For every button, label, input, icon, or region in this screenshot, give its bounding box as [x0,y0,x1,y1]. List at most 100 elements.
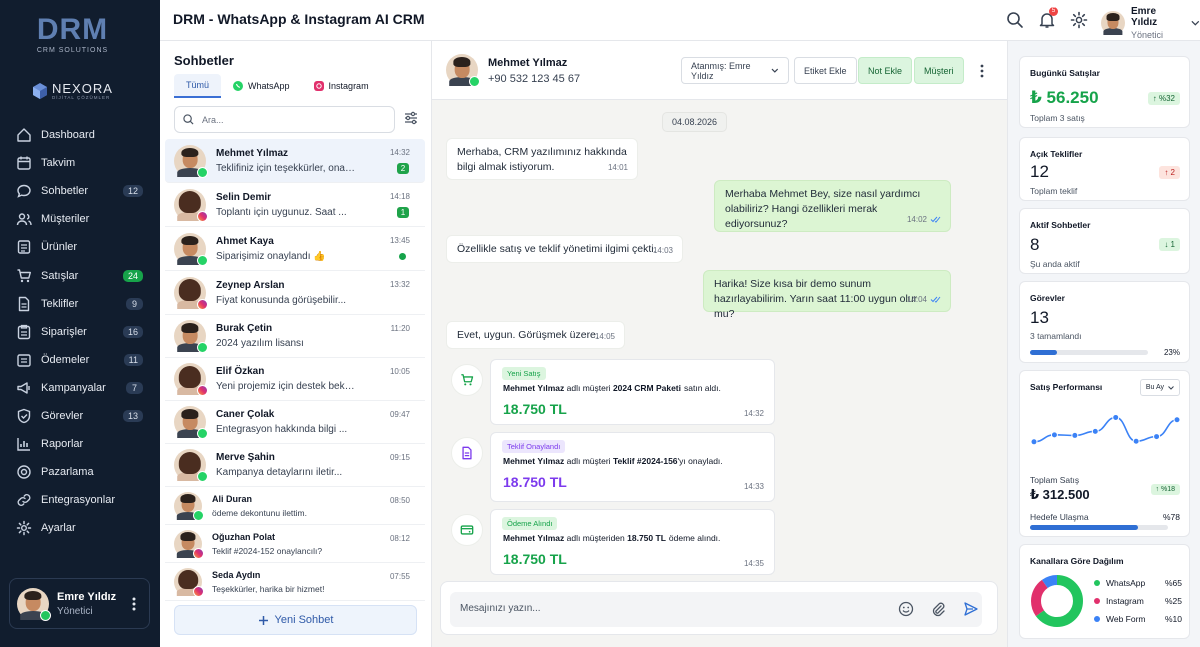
sidebar-item-sat-lar[interactable]: Satışlar 24 [0,261,160,289]
sidebar-item-label: Satışlar [41,269,79,282]
message-time: 10:05 [389,367,410,376]
contact-name: Ahmet Kaya [216,235,274,247]
today-sales-sub: Toplam 3 satış [1030,113,1085,123]
add-note-button[interactable]: Not Ekle [858,57,913,84]
tasks-percent: 23% [1163,348,1180,357]
count-badge: 24 [122,269,143,282]
paperclip-icon[interactable] [930,601,946,617]
message-time: 08:50 [389,496,410,505]
chat-list-item[interactable]: Ahmet Kaya Siparişimiz onaylandı 👍 13:45 [165,227,425,271]
search-icon[interactable] [1006,11,1024,29]
whatsapp-icon [197,254,208,266]
tasks-sub: 3 tamamlandı [1030,331,1082,341]
sidebar-user-card[interactable]: Emre Yıldız Yönetici [9,578,150,629]
assign-dropdown[interactable]: Atanmış: Emre Yıldız [681,57,789,84]
sidebar-item--r-nler[interactable]: Ürünler [0,233,160,261]
contact-name: Selin Demir [216,191,272,203]
sidebar-item-g-revler[interactable]: Görevler 13 [0,402,160,430]
channel-donut-chart [1031,575,1083,627]
search-input[interactable]: Ara... [174,106,395,133]
stats-panel: Bugünkü Satışlar ₺ 56.250 Toplam 3 satış… [1007,41,1200,647]
event-text-pre: adlı müşteri [566,456,611,466]
add-tag-button[interactable]: Etiket Ekle [794,57,857,84]
progress-fill [1030,350,1058,355]
message-time: 14:05 [594,332,615,341]
last-message: Yeni projemiz için destek bekli... [216,381,356,392]
cart-icon [17,268,31,282]
more-vertical-icon[interactable] [980,64,984,78]
search-placeholder: Ara... [202,114,224,125]
legend-swatch [1094,580,1100,586]
sidebar-item-pazarlama[interactable]: Pazarlama [0,458,160,486]
today-sales-card: Bugünkü Satışlar ₺ 56.250 Toplam 3 satış… [1019,56,1190,128]
sidebar-item-label: Pazarlama [41,466,94,479]
period-dropdown[interactable]: Bu Ay [1139,379,1180,396]
instagram-icon [197,385,208,396]
more-vertical-icon[interactable] [132,597,136,611]
message-outgoing: Harika! Size kısa bir demo sunum hazırla… [703,270,951,320]
sidebar-item-kampanyalar[interactable]: Kampanyalar 7 [0,374,160,402]
sidebar-item-sipari-ler[interactable]: Siparişler 16 [0,318,160,346]
sidebar-item-sohbetler[interactable]: Sohbetler 12 [0,177,160,205]
chat-list-item[interactable]: Oğuzhan Polat Teklif #2024-152 onaylancıl… [165,525,425,563]
sidebar-item-dashboard[interactable]: Dashboard [0,121,160,149]
plus-icon [258,615,268,625]
chat-list-item[interactable]: Zeynep Arslan Fiyat konusunda görüşebilir… [165,271,425,315]
logo-subtitle: CRM SOLUTIONS [36,47,109,54]
tab-all[interactable]: Tümü [174,74,222,98]
chat-list-item[interactable]: Burak Çetin 2024 yazılım lisansı 11:20 [165,315,425,358]
event-object: 18.750 TL [627,533,666,543]
send-icon[interactable] [963,601,979,617]
sidebar-item-m-teriler[interactable]: Müşteriler [0,205,160,233]
customer-button[interactable]: Müşteri [914,57,964,84]
emoji-icon[interactable] [898,601,914,617]
tab-whatsapp[interactable]: WhatsApp [221,74,302,98]
tab-instagram[interactable]: Instagram [302,74,381,98]
top-header: DRM - WhatsApp & Instagram AI CRM 5 Emre… [160,0,1200,41]
total-sales-value: ₺ 312.500 [1030,487,1090,502]
message-time: 09:47 [389,410,410,419]
instagram-icon [197,210,208,222]
message-composer: Mesajınızı yazın... [440,581,998,635]
active-chats-card: Aktif Sohbetler 8 Şu anda aktif ↓ 1 [1019,208,1190,274]
date-separator: 04.08.2026 [662,112,728,132]
chat-list-item[interactable]: Mehmet Yılmaz Teklifiniz için teşekkürler… [165,139,425,183]
sidebar-item-takvim[interactable]: Takvim [0,149,160,177]
chat-list-item[interactable]: Seda Aydın Teşekkürler, harika bir hizmet… [165,563,425,601]
performance-change-badge: ↑ %18 [1150,484,1180,495]
sidebar-item-ayarlar[interactable]: Ayarlar [0,514,160,542]
sidebar-item-raporlar[interactable]: Raporlar [0,430,160,458]
avatar [174,567,204,597]
app-logo[interactable]: DRM CRM SOLUTIONS [0,14,145,55]
period-label: Bu Ay [1145,384,1164,391]
contact-name: Caner Çolak [216,409,275,420]
instagram-icon [193,585,204,597]
header-user-menu[interactable]: Emre Yıldız Yönetici [1101,6,1200,40]
sidebar-item-entegrasyonlar[interactable]: Entegrasyonlar [0,486,160,514]
chat-list-item[interactable]: Elif Özkan Yeni projemiz için destek bekl… [165,358,425,401]
legend-swatch [1094,616,1100,622]
chat-list-item[interactable]: Caner Çolak Entegrasyon hakkında bilgi ..… [165,401,425,444]
avatar [174,529,204,559]
conversation-header: Mehmet Yılmaz +90 532 123 45 67 Atanmış:… [432,41,1007,100]
contact-phone: +90 532 123 45 67 [488,73,581,85]
sidebar-item-teklifler[interactable]: Teklifler 9 [0,290,160,318]
channel-tabs: Tümü WhatsApp Instagram [174,74,381,98]
chat-list-item[interactable]: Selin Demir Toplantı için uygunuz. Saat .… [165,183,425,227]
sidebar-item--demeler[interactable]: Ödemeler 11 [0,346,160,374]
message-time: 13:32 [389,280,410,289]
chat-list-item[interactable]: Merve Şahin Kampanya detaylarını iletir..… [165,444,425,487]
calendar-icon [17,156,31,170]
count-badge: 7 [126,381,143,394]
avatar [174,406,208,439]
filter-icon[interactable] [404,111,418,125]
clipboard-icon [17,324,31,339]
last-message: Fiyat konusunda görüşebilir... [216,294,347,306]
new-chat-button[interactable]: Yeni Sohbet [174,605,417,635]
last-message: Siparişimiz onaylandı 👍 [216,250,326,262]
legend-label: WhatsApp [1106,578,1146,588]
event-text-pre: adlı müşteri [566,383,611,393]
chat-list-item[interactable]: Ali Duran ödeme dekontunu ilettim. 08:50 [165,487,425,525]
gear-icon[interactable] [1070,11,1088,29]
legend-value: %65 [1164,578,1182,588]
